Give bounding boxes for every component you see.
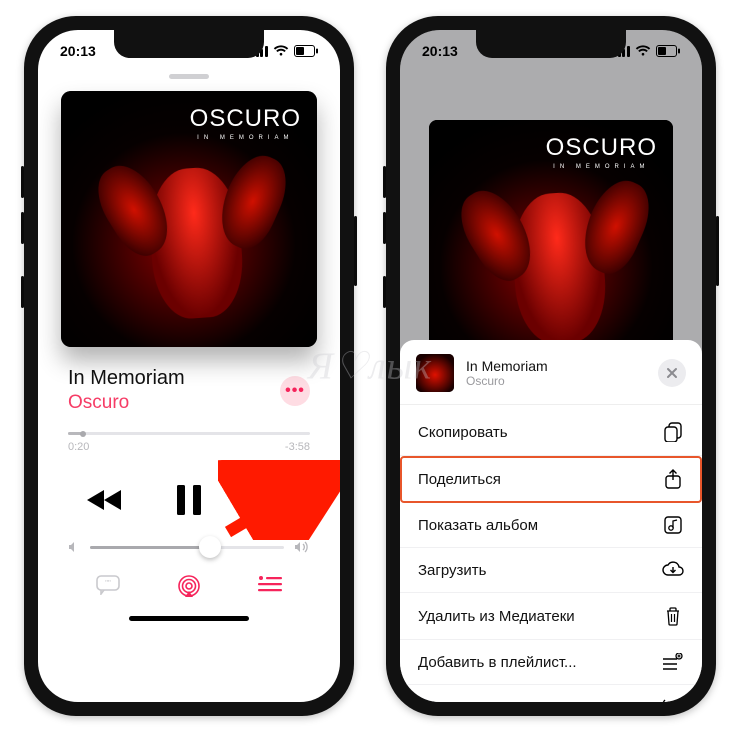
track-title: In Memoriam <box>68 367 185 390</box>
menu-label: Показать альбом <box>418 517 538 534</box>
sheet-handle[interactable] <box>169 74 209 79</box>
wifi-icon <box>273 45 289 57</box>
sheet-thumbnail <box>416 354 454 392</box>
menu-label: Удалить из Медиатеки <box>418 608 575 625</box>
volume-high-icon <box>294 541 310 553</box>
volume-low-icon <box>68 541 80 553</box>
previous-button[interactable] <box>87 488 123 512</box>
menu-item-copy[interactable]: Скопировать <box>400 409 702 456</box>
close-icon <box>666 367 678 379</box>
time-remaining: -3:58 <box>285 441 310 453</box>
next-button[interactable] <box>255 488 291 512</box>
album-art-brand: OSCURO IN MEMORIAM <box>190 105 301 141</box>
sheet-title: In Memoriam <box>466 358 548 374</box>
time-elapsed: 0:20 <box>68 441 89 453</box>
sheet-header: In Memoriam Oscuro <box>400 340 702 405</box>
add-playlist-icon <box>662 653 684 671</box>
notch <box>476 30 626 58</box>
menu-label: Скопировать <box>418 424 508 441</box>
action-sheet: In Memoriam Oscuro Скопировать <box>400 340 702 702</box>
status-time: 20:13 <box>60 43 96 59</box>
airplay-button[interactable] <box>172 575 206 602</box>
trash-icon <box>662 606 684 626</box>
phone-frame-right: 20:13 <box>386 16 716 716</box>
menu-label: Добавить в плейлист... <box>418 654 577 671</box>
menu-item-add-playlist[interactable]: Добавить в плейлист... <box>400 640 702 685</box>
menu-item-show-album[interactable]: Показать альбом <box>400 503 702 548</box>
menu-item-download[interactable]: Загрузить <box>400 548 702 593</box>
phone-frame-left: 20:13 OSCURO <box>24 16 354 716</box>
wifi-icon <box>635 45 651 57</box>
menu-item-create-station[interactable]: Создать станцию <box>400 685 702 702</box>
pause-button[interactable] <box>175 485 203 515</box>
download-icon <box>662 561 684 579</box>
home-indicator[interactable] <box>129 616 249 621</box>
album-art-background: OSCURO IN MEMORIAM <box>429 120 673 364</box>
sheet-subtitle: Oscuro <box>466 374 548 388</box>
track-artist[interactable]: Oscuro <box>68 392 185 414</box>
menu-label: Загрузить <box>418 562 487 579</box>
status-time: 20:13 <box>422 43 458 59</box>
queue-button[interactable] <box>253 575 287 602</box>
notch <box>114 30 264 58</box>
battery-icon <box>294 45 318 57</box>
station-icon <box>662 698 684 702</box>
album-art[interactable]: OSCURO IN MEMORIAM <box>61 91 317 347</box>
svg-text:"": "" <box>105 579 111 588</box>
menu-item-share[interactable]: Поделиться <box>400 456 702 503</box>
share-icon <box>662 469 684 489</box>
menu-label: Создать станцию <box>418 699 538 703</box>
menu-item-delete[interactable]: Удалить из Медиатеки <box>400 593 702 640</box>
battery-icon <box>656 45 680 57</box>
screen-left: 20:13 OSCURO <box>38 30 340 702</box>
album-icon <box>662 516 684 534</box>
screen-right: 20:13 <box>400 30 702 702</box>
menu-label: Поделиться <box>418 471 501 488</box>
more-button[interactable]: ••• <box>280 376 310 406</box>
progress-slider[interactable]: 0:20 -3:58 <box>38 414 340 457</box>
lyrics-button[interactable]: "" <box>91 575 125 602</box>
copy-icon <box>662 422 684 442</box>
volume-slider[interactable] <box>38 541 340 575</box>
close-button[interactable] <box>658 359 686 387</box>
